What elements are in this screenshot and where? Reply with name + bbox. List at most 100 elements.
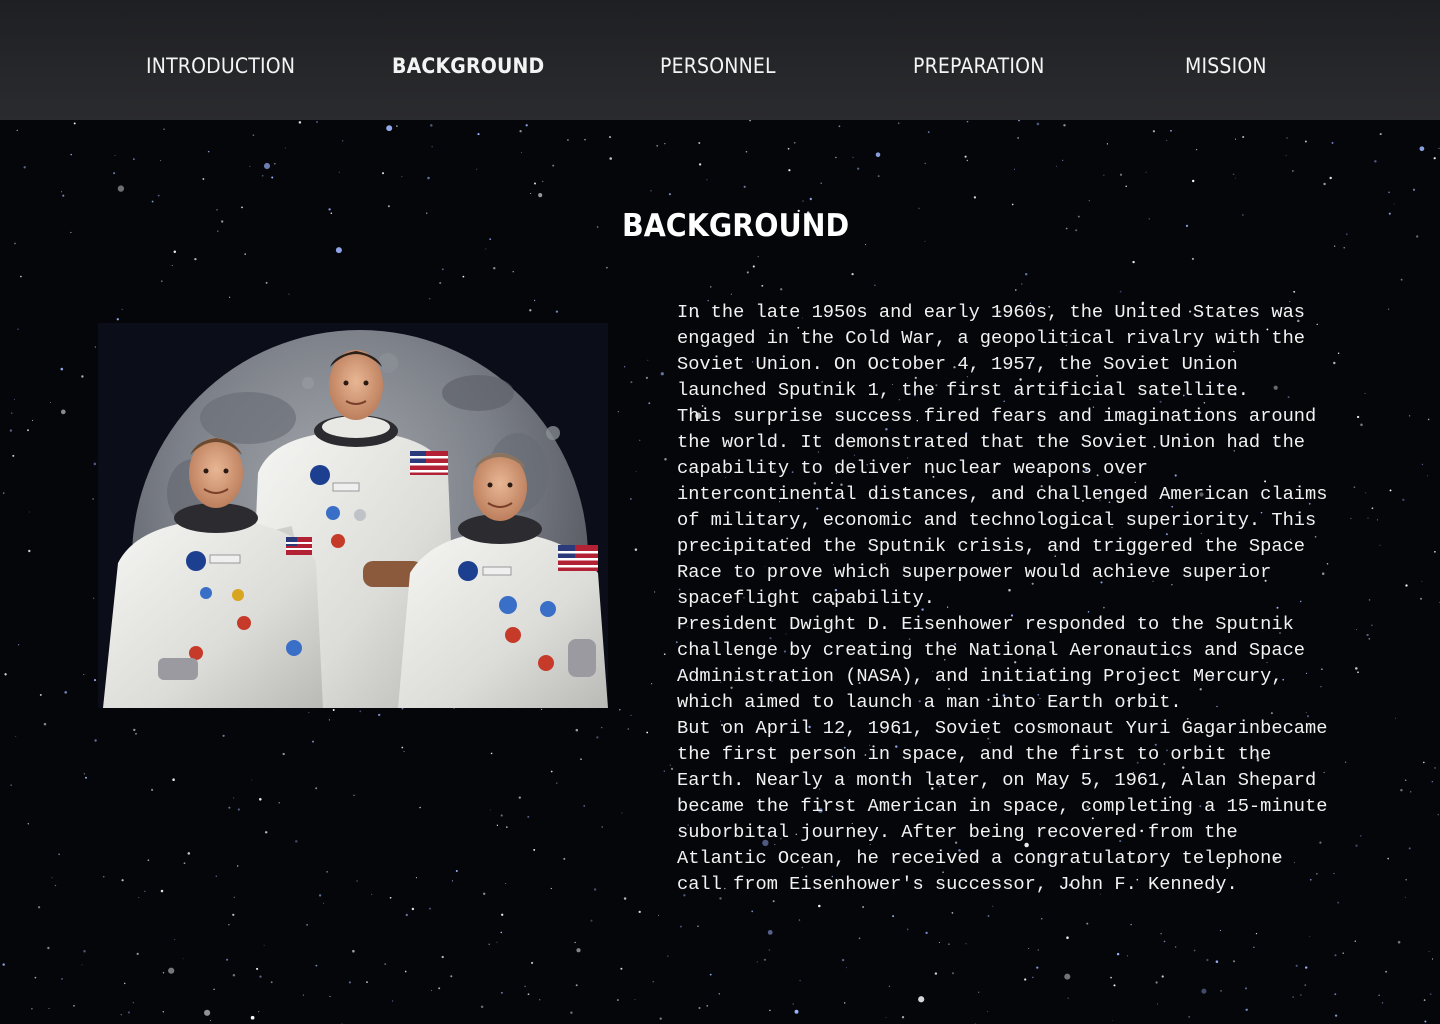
star	[1416, 235, 1419, 238]
star	[451, 880, 454, 882]
star	[1419, 146, 1425, 152]
star	[1337, 901, 1340, 904]
star	[83, 949, 86, 953]
star	[273, 162, 276, 165]
nav-background[interactable]: BACKGROUND	[392, 52, 544, 80]
star	[1405, 584, 1408, 587]
star	[924, 240, 926, 242]
star	[1088, 200, 1090, 202]
star	[34, 976, 37, 979]
star	[17, 328, 19, 330]
star	[635, 471, 637, 473]
star	[1028, 947, 1030, 949]
nav-introduction[interactable]: INTRODUCTION	[146, 52, 295, 80]
star	[163, 128, 165, 131]
star	[263, 944, 265, 946]
star	[608, 136, 612, 139]
star	[857, 167, 860, 170]
star	[1161, 975, 1164, 978]
star	[634, 548, 638, 551]
star	[1119, 173, 1123, 176]
star	[1220, 990, 1222, 992]
star	[352, 949, 355, 953]
star	[353, 794, 355, 796]
star	[918, 996, 925, 1003]
star	[779, 288, 783, 291]
star	[27, 823, 29, 825]
star	[441, 268, 444, 271]
star	[261, 174, 264, 177]
star	[430, 124, 433, 127]
star	[61, 191, 63, 193]
star	[1376, 519, 1379, 521]
nav-personnel[interactable]: PERSONNEL	[660, 52, 776, 80]
paragraph-cold-war: In the late 1950s and early 1960s, the U…	[677, 301, 1306, 401]
star	[835, 156, 837, 159]
star	[552, 164, 555, 167]
star	[113, 172, 116, 175]
star	[172, 778, 175, 781]
nav-preparation[interactable]: PREPARATION	[913, 52, 1045, 80]
nav-mission[interactable]: MISSION	[1185, 52, 1267, 80]
star	[70, 153, 72, 156]
star	[20, 275, 22, 278]
star	[302, 994, 304, 996]
star	[1166, 140, 1168, 142]
star	[964, 155, 967, 158]
star	[480, 1005, 484, 1009]
star	[1145, 171, 1147, 173]
star	[566, 139, 569, 141]
star	[948, 943, 950, 945]
star	[706, 179, 708, 181]
star	[768, 949, 770, 951]
star	[851, 272, 854, 276]
star	[162, 972, 165, 974]
star	[116, 318, 119, 321]
star	[147, 859, 150, 861]
star	[524, 985, 526, 988]
star	[651, 683, 653, 685]
star	[43, 722, 47, 726]
star	[405, 913, 408, 917]
star	[966, 159, 968, 162]
star	[542, 180, 544, 182]
star	[709, 973, 712, 976]
star	[94, 346, 97, 348]
star	[332, 709, 335, 711]
star	[767, 930, 773, 935]
star	[232, 913, 235, 916]
star	[1354, 940, 1356, 942]
star	[120, 1014, 122, 1016]
star	[233, 797, 235, 799]
star	[1077, 215, 1080, 218]
star	[1334, 954, 1337, 957]
star	[173, 250, 177, 253]
star	[512, 271, 514, 273]
star	[966, 120, 969, 123]
star	[601, 726, 603, 729]
star	[634, 999, 636, 1001]
star	[485, 248, 487, 250]
star	[1292, 996, 1295, 998]
star	[60, 367, 64, 371]
star	[359, 710, 362, 713]
star	[426, 212, 428, 214]
star	[906, 928, 909, 931]
star	[934, 972, 938, 975]
star	[249, 165, 251, 167]
star	[323, 902, 324, 904]
star	[1103, 174, 1105, 176]
star	[401, 176, 403, 178]
star	[1423, 999, 1426, 1001]
star	[1323, 182, 1326, 186]
star	[477, 133, 480, 136]
star	[664, 143, 666, 145]
star	[1431, 958, 1434, 960]
star	[251, 779, 253, 781]
star	[862, 906, 865, 908]
star	[1300, 994, 1302, 996]
star	[429, 298, 431, 300]
star	[527, 993, 530, 996]
star	[439, 281, 442, 285]
star	[263, 162, 271, 170]
